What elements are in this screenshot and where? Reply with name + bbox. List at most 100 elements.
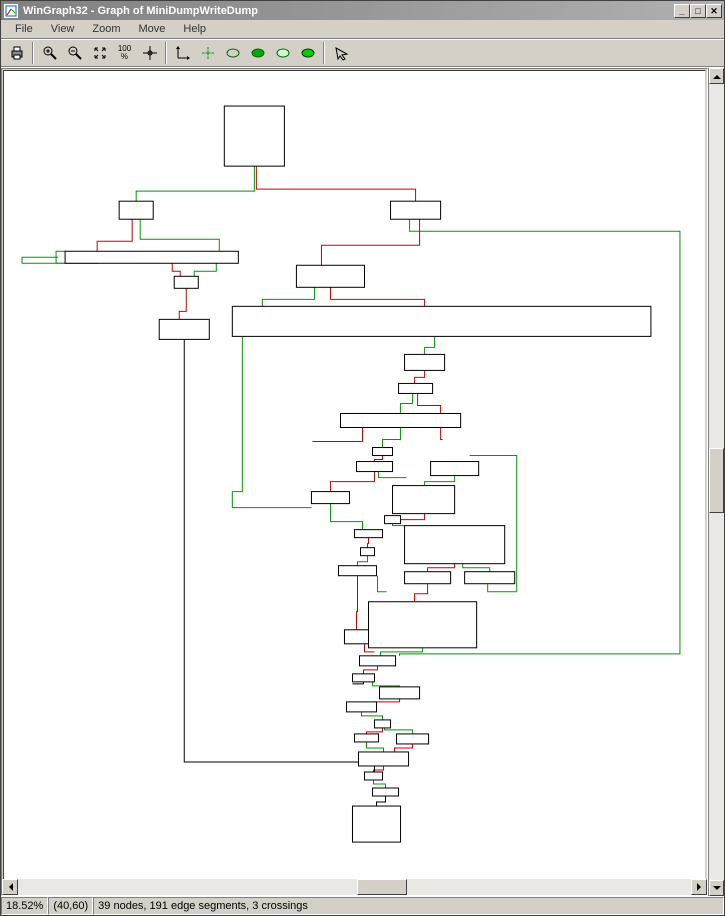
graph-node[interactable] xyxy=(375,720,391,728)
menu-view[interactable]: View xyxy=(43,21,83,37)
canvas-container xyxy=(1,68,708,896)
graph-node[interactable] xyxy=(399,383,433,393)
graph-edge xyxy=(256,166,415,201)
menu-help[interactable]: Help xyxy=(175,21,214,37)
graph-edge xyxy=(262,287,314,306)
graph-edge xyxy=(140,219,219,251)
separator xyxy=(32,42,34,64)
graph-node[interactable] xyxy=(119,201,153,219)
scroll-down-button[interactable] xyxy=(709,880,724,896)
print-icon[interactable] xyxy=(5,42,28,64)
graph-node[interactable] xyxy=(397,734,429,744)
zoom-in-icon[interactable] xyxy=(38,42,61,64)
graph-edge xyxy=(330,472,374,492)
graph-node[interactable] xyxy=(405,572,451,584)
graph-node[interactable] xyxy=(405,526,505,564)
graph-edge xyxy=(383,428,401,448)
graph-edge xyxy=(97,219,132,251)
graph-edge xyxy=(375,456,383,462)
graph-edge xyxy=(373,682,400,687)
menubar: File View Zoom Move Help xyxy=(1,20,724,39)
graph-edge xyxy=(136,166,254,201)
status-zoom: 18.52% xyxy=(1,897,48,915)
graph-node[interactable] xyxy=(356,462,392,472)
graph-node[interactable] xyxy=(405,354,445,370)
graph-edge xyxy=(367,728,383,734)
graph-node[interactable] xyxy=(174,276,198,288)
ellipse-green-icon[interactable] xyxy=(246,42,269,64)
graph-node[interactable] xyxy=(354,530,382,538)
graph-node[interactable] xyxy=(465,572,515,584)
ellipse-outline-icon[interactable] xyxy=(221,42,244,64)
graph-node[interactable] xyxy=(232,306,651,336)
graph-edge xyxy=(172,263,180,276)
horizontal-scrollbar[interactable] xyxy=(2,879,707,895)
menu-move[interactable]: Move xyxy=(131,21,174,37)
graph-node[interactable] xyxy=(311,492,349,504)
graph-node[interactable] xyxy=(391,201,441,219)
graph-node[interactable] xyxy=(359,656,395,666)
graph-edge xyxy=(374,780,386,788)
ellipse-light-icon[interactable] xyxy=(271,42,294,64)
graph-node[interactable] xyxy=(380,687,420,699)
canvas-viewport[interactable] xyxy=(3,70,706,894)
hscroll-track[interactable] xyxy=(18,879,691,895)
app-window: WinGraph32 - Graph of MiniDumpWriteDump … xyxy=(0,0,725,916)
graph-node[interactable] xyxy=(224,106,284,166)
graph-edge xyxy=(428,564,455,572)
graph-edge xyxy=(179,288,186,319)
graph-edge xyxy=(378,576,387,592)
graph-node[interactable] xyxy=(340,413,460,427)
graph-edge xyxy=(321,219,419,265)
menu-zoom[interactable]: Zoom xyxy=(84,21,128,37)
graph-edge xyxy=(425,336,435,354)
graph-edge xyxy=(401,393,413,413)
fit-window-icon[interactable] xyxy=(88,42,111,64)
separator xyxy=(165,42,167,64)
arrow-tool-icon[interactable] xyxy=(329,42,352,64)
graph-node[interactable] xyxy=(296,265,364,287)
graph-edge xyxy=(415,584,428,602)
graph-edge xyxy=(463,564,490,572)
center-icon[interactable] xyxy=(138,42,161,64)
grid-toggle-icon[interactable] xyxy=(196,42,219,64)
minimize-button[interactable]: _ xyxy=(674,4,690,18)
graph-node[interactable] xyxy=(431,462,479,476)
graph-edge xyxy=(22,257,65,263)
zoom-100-icon[interactable]: 100 % xyxy=(113,42,136,64)
graph-node[interactable] xyxy=(159,319,209,339)
hscroll-thumb[interactable] xyxy=(357,879,407,895)
graph-node[interactable] xyxy=(346,702,376,712)
graph-node[interactable] xyxy=(373,788,399,796)
graph-canvas[interactable] xyxy=(4,71,705,894)
menu-file[interactable]: File xyxy=(7,21,41,37)
graph-node[interactable] xyxy=(358,752,408,766)
graph-node[interactable] xyxy=(352,806,400,842)
graph-node[interactable] xyxy=(385,516,401,524)
scroll-right-button[interactable] xyxy=(691,879,707,895)
graph-node[interactable] xyxy=(373,448,393,456)
graph-node[interactable] xyxy=(361,548,375,556)
vscroll-thumb[interactable] xyxy=(709,448,724,513)
graph-node[interactable] xyxy=(354,734,378,742)
status-coords: (40,60) xyxy=(48,897,93,915)
graph-node[interactable] xyxy=(369,602,477,648)
scroll-left-button[interactable] xyxy=(2,879,18,895)
vertical-scrollbar[interactable] xyxy=(708,68,724,896)
window-title: WinGraph32 - Graph of MiniDumpWriteDump xyxy=(23,5,258,17)
ellipse-fill-icon[interactable] xyxy=(296,42,319,64)
status-info: 39 nodes, 191 edge segments, 3 crossings xyxy=(93,897,724,915)
graph-node[interactable] xyxy=(393,486,455,514)
close-button[interactable]: ✕ xyxy=(706,4,722,18)
main-area xyxy=(1,67,724,896)
graph-node[interactable] xyxy=(352,674,374,682)
maximize-button[interactable]: □ xyxy=(690,4,706,18)
graph-edge xyxy=(330,287,424,306)
titlebar[interactable]: WinGraph32 - Graph of MiniDumpWriteDump … xyxy=(1,1,724,20)
graph-node[interactable] xyxy=(65,251,238,263)
scroll-up-button[interactable] xyxy=(709,68,724,84)
zoom-out-icon[interactable] xyxy=(63,42,86,64)
graph-node[interactable] xyxy=(338,566,376,576)
graph-node[interactable] xyxy=(365,772,383,780)
origin-icon[interactable] xyxy=(171,42,194,64)
